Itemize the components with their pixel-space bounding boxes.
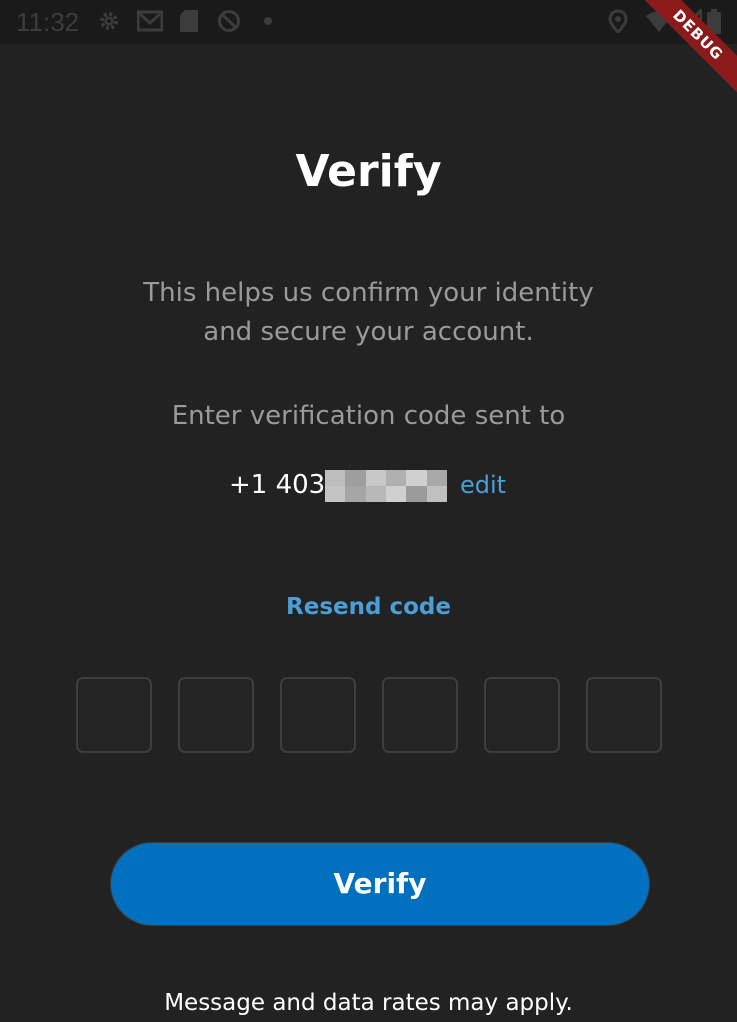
gear-icon bbox=[97, 9, 121, 33]
code-digit-4[interactable] bbox=[382, 677, 458, 753]
status-bar: 11:32 bbox=[0, 0, 737, 44]
verification-code-inputs bbox=[76, 677, 662, 753]
verify-button[interactable]: Verify bbox=[110, 842, 650, 926]
gmail-icon bbox=[137, 9, 163, 33]
resend-code-link[interactable]: Resend code bbox=[0, 590, 737, 624]
subtitle-line-1: This helps us confirm your identity bbox=[143, 278, 594, 308]
notification-dot bbox=[264, 17, 272, 25]
subtitle-line-2: and secure your account. bbox=[203, 317, 534, 347]
status-time: 11:32 bbox=[16, 7, 80, 37]
page-title: Verify bbox=[295, 146, 442, 197]
code-digit-1[interactable] bbox=[76, 677, 152, 753]
signal-icon bbox=[680, 9, 704, 33]
enter-code-label: Enter verification code sent to bbox=[171, 401, 566, 431]
code-digit-2[interactable] bbox=[178, 677, 254, 753]
do-not-disturb-icon bbox=[217, 9, 241, 33]
code-digit-3[interactable] bbox=[280, 677, 356, 753]
edit-phone-link[interactable]: edit bbox=[460, 466, 506, 504]
disclaimer-text: Message and data rates may apply. bbox=[164, 990, 573, 1016]
phone-number-row: +1 403- edit bbox=[0, 466, 737, 506]
wifi-icon bbox=[645, 9, 672, 33]
phone-number: +1 403- bbox=[229, 470, 335, 500]
code-digit-5[interactable] bbox=[484, 677, 560, 753]
page-subtitle: This helps us confirm your identity and … bbox=[0, 274, 737, 352]
redacted-phone-digits bbox=[325, 470, 447, 502]
code-digit-6[interactable] bbox=[586, 677, 662, 753]
location-icon bbox=[607, 9, 631, 33]
battery-icon bbox=[706, 9, 730, 34]
sd-card-icon bbox=[178, 9, 202, 33]
